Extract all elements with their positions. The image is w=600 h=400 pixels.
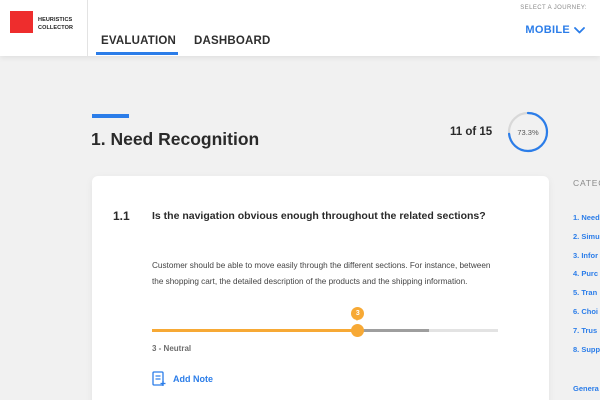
slider-bubble-tail: [355, 318, 360, 321]
chevron-down-icon: [574, 26, 585, 33]
add-note-button[interactable]: Add Note: [152, 371, 213, 387]
question-text: Is the navigation obvious enough through…: [152, 210, 486, 222]
page-title: 1. Need Recognition: [91, 129, 260, 149]
logo-text: HEURISTICS COLLECTOR: [38, 16, 73, 32]
journey-select[interactable]: MOBILE: [525, 24, 585, 36]
top-bar: HEURISTICS COLLECTOR EVALUATION DASHBOAR…: [0, 0, 600, 56]
sidebar-item[interactable]: 1. Need: [573, 213, 600, 222]
sidebar-heading: CATEG: [573, 178, 600, 188]
title-accent-bar: [92, 114, 129, 118]
question-description: Customer should be able to move easily t…: [152, 261, 491, 286]
journey-label: SELECT A JOURNEY:: [520, 5, 587, 11]
sidebar-item[interactable]: 2. Simu: [573, 232, 600, 241]
logo-line-2: COLLECTOR: [38, 25, 74, 31]
sidebar-item[interactable]: 3. Infor: [573, 251, 598, 260]
sidebar-item[interactable]: 4. Purc: [573, 269, 598, 278]
sidebar-item[interactable]: 8. Supp: [573, 345, 600, 354]
slider-value-label: 3 - Neutral: [152, 344, 192, 353]
progress-ring: 73.3%: [507, 111, 549, 153]
slider-fill: [152, 329, 358, 332]
sidebar-item[interactable]: Genera: [573, 384, 599, 393]
logo[interactable]: HEURISTICS COLLECTOR: [0, 0, 88, 56]
sidebar-item[interactable]: 7. Trus: [573, 326, 597, 335]
tab-evaluation[interactable]: EVALUATION: [101, 35, 176, 47]
sidebar-item[interactable]: 5. Tran: [573, 288, 597, 297]
active-tab-indicator: [96, 52, 178, 55]
logo-line-1: HEURISTICS: [38, 17, 73, 23]
add-note-label: Add Note: [173, 374, 213, 384]
progress-percent: 73.3%: [517, 128, 539, 137]
logo-mark: [10, 11, 33, 33]
slider-mid-segment: [357, 329, 429, 332]
note-add-icon: [152, 371, 166, 386]
sidebar-item[interactable]: 6. Choi: [573, 307, 598, 316]
question-number: 1.1: [113, 209, 130, 223]
progress-count: 11 of 15: [450, 126, 493, 138]
journey-value: MOBILE: [525, 24, 570, 36]
tab-dashboard[interactable]: DASHBOARD: [194, 35, 271, 47]
